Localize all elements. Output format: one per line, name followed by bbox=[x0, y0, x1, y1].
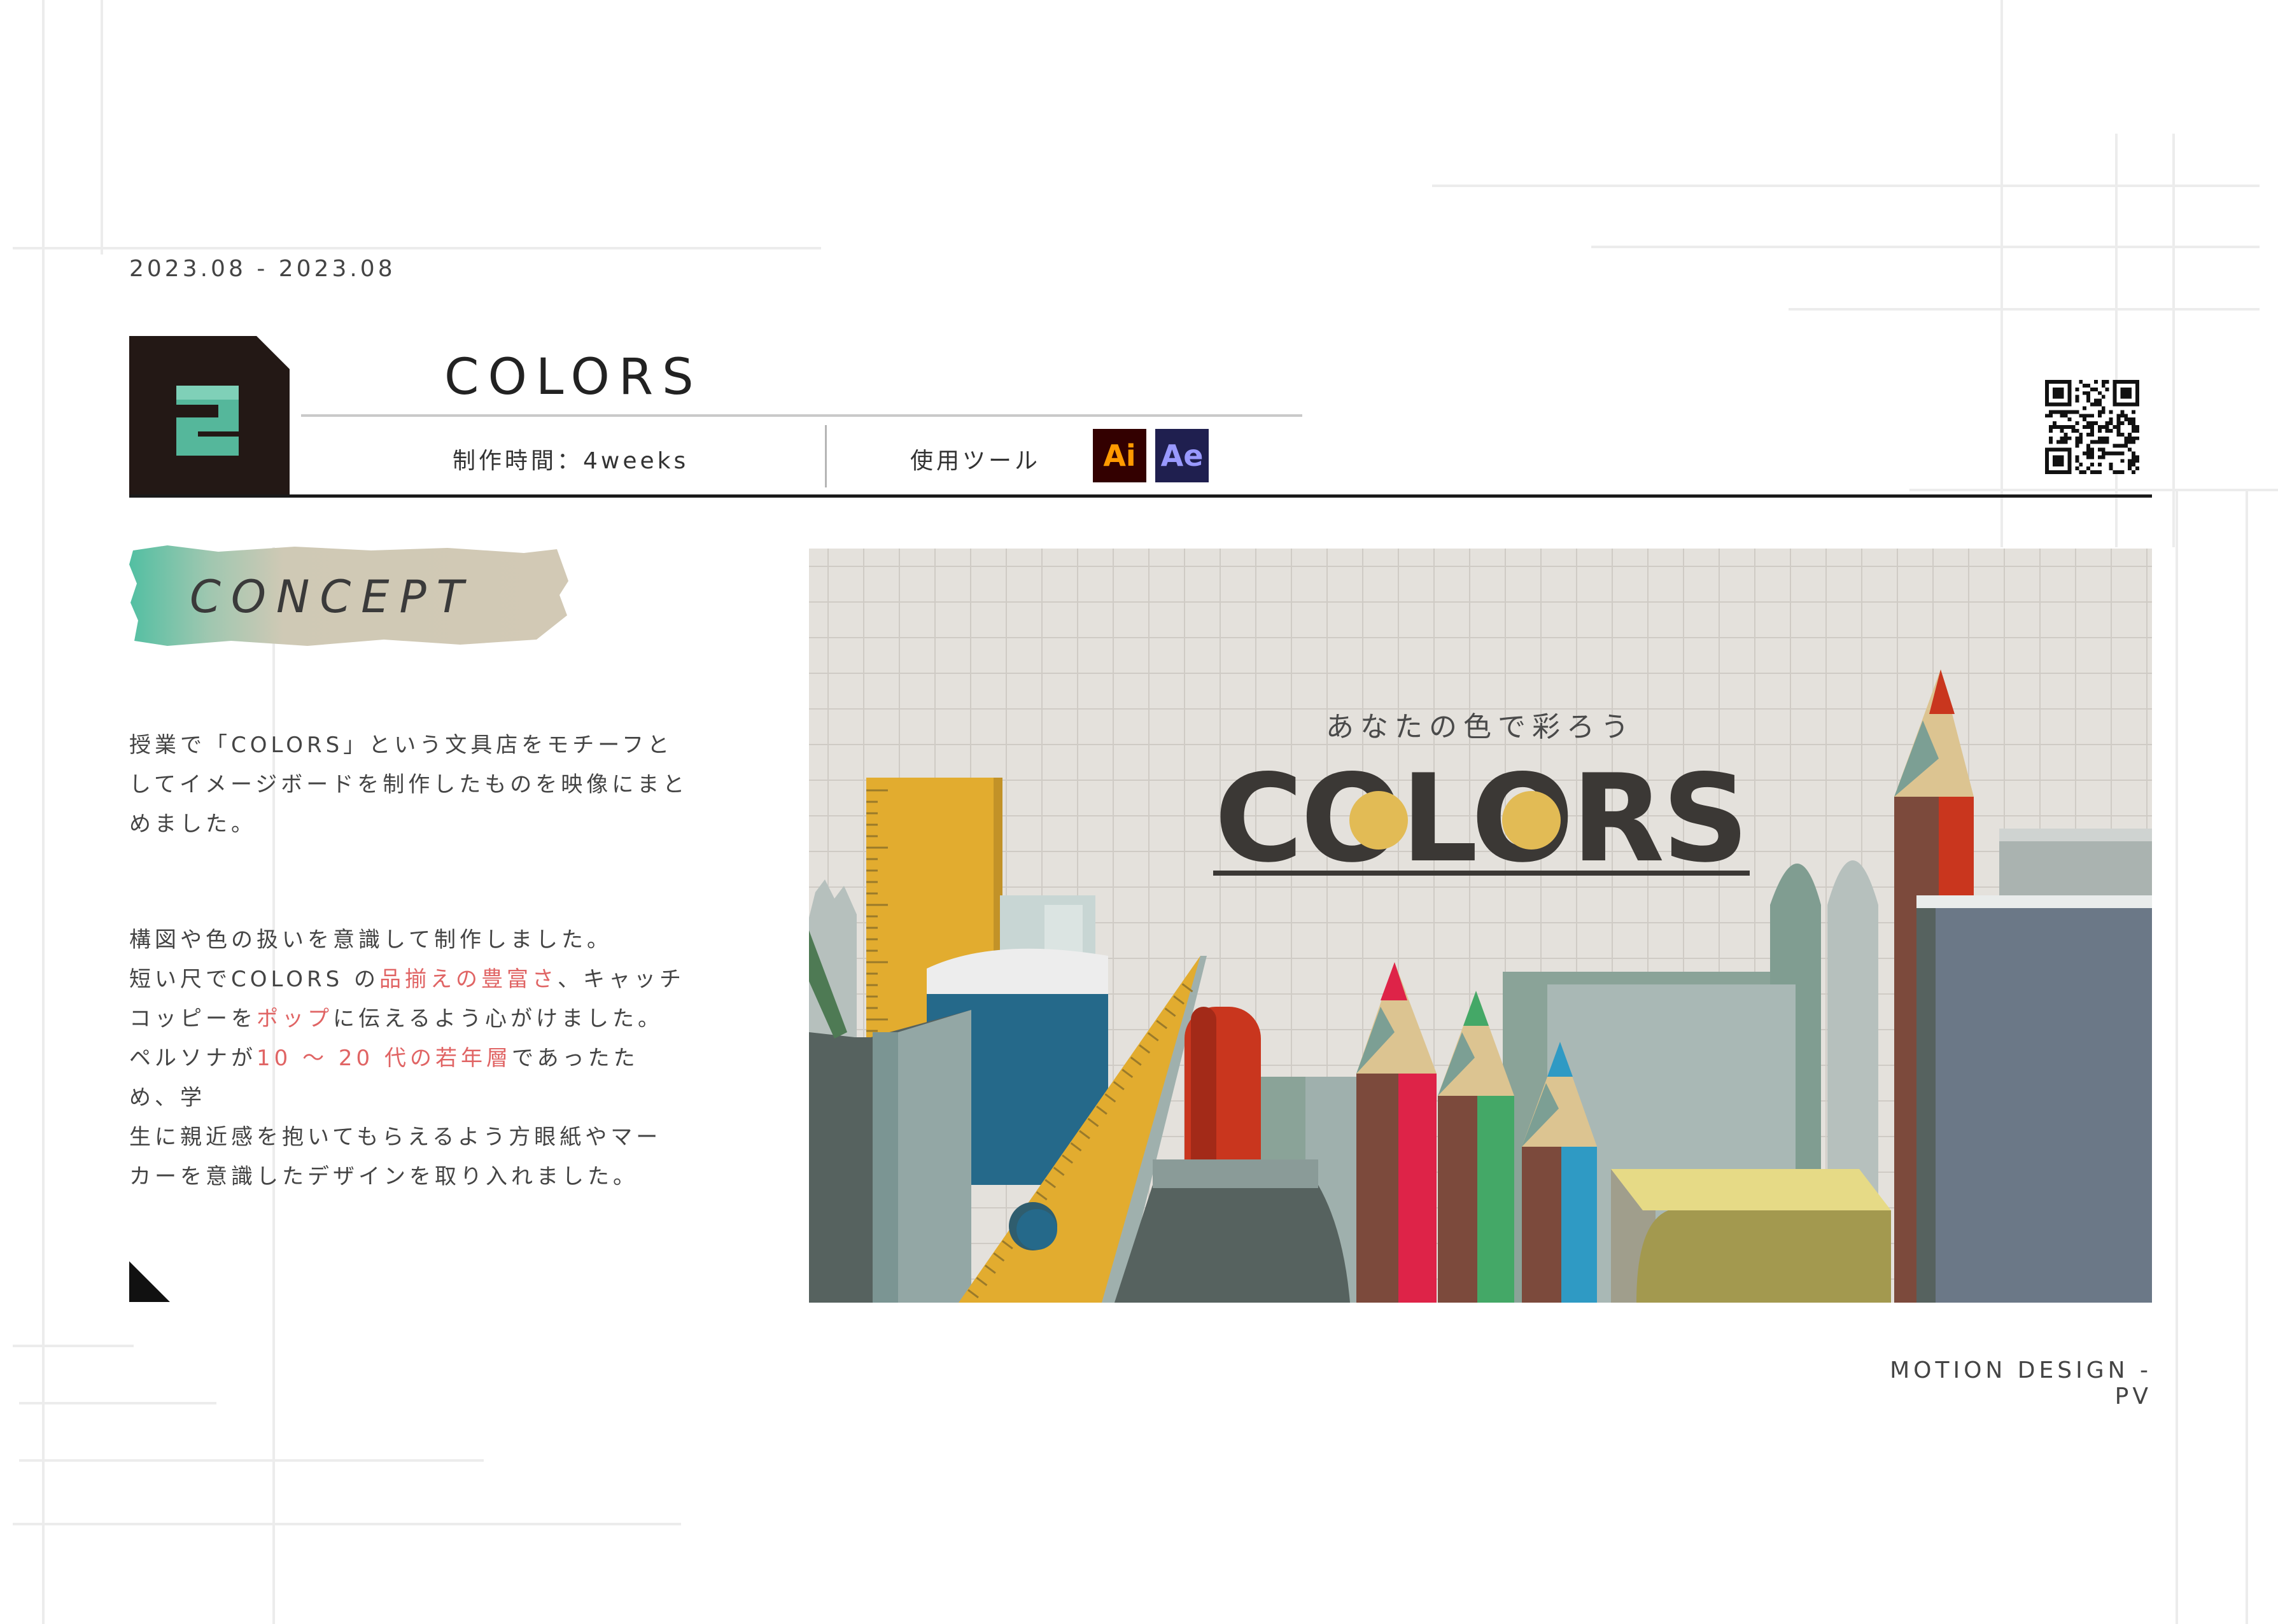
qr-code[interactable] bbox=[2045, 380, 2139, 474]
concept-tape: CONCEPT bbox=[129, 545, 568, 646]
highlight-text: ポップ bbox=[257, 1006, 333, 1032]
after-effects-icon: Ae bbox=[1155, 429, 1209, 482]
concept-line: 構図や色の扱いを意識して制作しました。 bbox=[129, 927, 612, 953]
hero-logo: COLORS bbox=[1214, 748, 1747, 889]
hero-illustration[interactable]: あなたの色で彩ろう COLORS bbox=[809, 549, 2152, 1303]
catch-copy: あなたの色で彩ろう bbox=[1326, 711, 1635, 743]
logo-badge bbox=[129, 336, 290, 496]
corner-triangle-icon bbox=[129, 1261, 170, 1302]
illustrator-icon: Ai bbox=[1093, 429, 1146, 482]
concept-line: ペルソナが bbox=[129, 1046, 257, 1071]
footer-category: MOTION DESIGN - PV bbox=[1890, 1357, 2152, 1410]
header-divider bbox=[129, 494, 2152, 498]
concept-line: コッピーを bbox=[129, 1006, 257, 1032]
concept-paragraph-2: 構図や色の扱いを意識して制作しました。 短い尺でCOLORS の品揃えの豊富さ、… bbox=[129, 920, 689, 1196]
project-title: COLORS bbox=[444, 349, 703, 406]
tools-label: 使用ツール bbox=[910, 448, 1041, 474]
logo-underline bbox=[1213, 871, 1750, 876]
concept-line: 生に親近感を抱いてもらえるよう方眼紙やマー bbox=[129, 1124, 662, 1150]
concept-line: に伝えるよう心がけました。 bbox=[333, 1006, 663, 1032]
concept-paragraph-1: 授業で「COLORS」という文具店をモチーフとしてイメージボードを制作したものを… bbox=[129, 732, 689, 837]
production-time: 制作時間：4weeks bbox=[453, 448, 689, 474]
highlight-text: 10 ～ 20 代の若年層 bbox=[257, 1046, 512, 1071]
concept-line: 、キャッチ bbox=[558, 967, 686, 992]
highlight-text: 品揃えの豊富さ bbox=[379, 967, 558, 992]
date-range: 2023.08 - 2023.08 bbox=[129, 256, 396, 282]
concept-heading: CONCEPT bbox=[190, 571, 474, 623]
concept-line: 短い尺でCOLORS の bbox=[129, 967, 380, 992]
title-underline bbox=[301, 414, 1302, 417]
info-separator bbox=[825, 425, 827, 487]
concept-line: カーを意識したデザインを取り入れました。 bbox=[129, 1164, 638, 1189]
